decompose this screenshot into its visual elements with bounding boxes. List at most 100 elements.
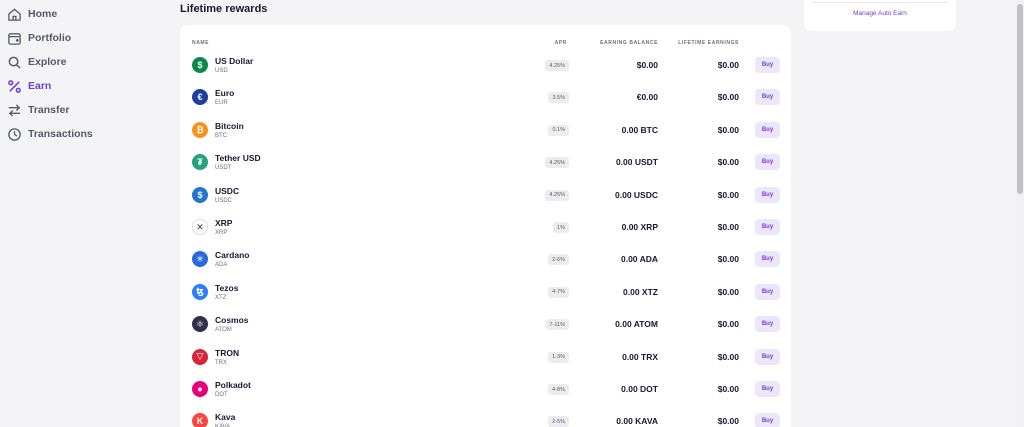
buy-button[interactable]: Buy <box>755 251 780 268</box>
apr-badge: 1% <box>553 222 569 233</box>
buy-button[interactable]: Buy <box>755 283 780 300</box>
lifetime-earnings: $0.00 <box>717 351 739 362</box>
table-row[interactable]: ● Polkadot DOT 4-8% 0.00 DOT $0.00 Buy <box>180 374 791 406</box>
apr-badge: 4.25% <box>545 60 569 71</box>
asset-symbol: ATOM <box>215 327 232 334</box>
apr-badge: 2-6% <box>548 254 569 266</box>
asset-name: Polkadot <box>215 380 251 390</box>
asset-name: US Dollar <box>215 56 254 66</box>
buy-button[interactable]: Buy <box>755 154 780 171</box>
table-row[interactable]: ✳ Cardano ADA 2-6% 0.00 ADA $0.00 Buy <box>180 244 791 276</box>
earning-balance: 0.00 TRX <box>622 351 658 362</box>
table-row[interactable]: $ US Dollar USD 4.25% $0.00 $0.00 Buy <box>180 50 791 82</box>
apr-badge: 3.5% <box>548 92 569 104</box>
tron-icon: ▽ <box>192 348 208 365</box>
asset-symbol: USDT <box>215 165 232 172</box>
nav-item-earn[interactable]: Earn <box>6 76 51 96</box>
sidebar: Home Portfolio Explore Earn Transfer Tra… <box>0 0 160 427</box>
nav-item-home[interactable]: Home <box>6 4 57 24</box>
asset-name: Euro <box>215 88 235 99</box>
manage-auto-earn-link[interactable]: Manage Auto Earn <box>804 10 956 17</box>
search-icon <box>6 54 22 70</box>
xrp-icon: ✕ <box>192 219 208 235</box>
table-row[interactable]: ₿ Bitcoin BTC 0.1% 0.00 BTC $0.00 Buy <box>180 115 791 147</box>
buy-button[interactable]: Buy <box>755 348 780 365</box>
asset-name: Bitcoin <box>215 120 244 131</box>
cardano-icon: ✳ <box>192 251 208 268</box>
nav-label: Earn <box>28 80 52 92</box>
page-title: Lifetime rewards <box>180 3 268 15</box>
asset-symbol: XTZ <box>215 294 227 301</box>
wallet-icon <box>6 30 22 46</box>
nav-item-portfolio[interactable]: Portfolio <box>6 28 71 48</box>
earning-balance: 0.00 KAVA <box>616 416 658 427</box>
lifetime-earnings: $0.00 <box>717 189 739 200</box>
apr-badge: 1-3% <box>548 351 569 363</box>
asset-symbol: USD <box>215 68 228 74</box>
column-header-earnings: LIFETIME EARNINGS <box>678 40 739 46</box>
nav-label: Explore <box>28 56 67 68</box>
tezos-icon: ꜩ <box>192 283 208 300</box>
scrollbar-thumb[interactable] <box>1017 4 1023 194</box>
table-row[interactable]: ✕ XRP XRP 1% 0.00 XRP $0.00 Buy <box>180 212 791 244</box>
polkadot-icon: ● <box>192 381 208 397</box>
asset-name: TRON <box>215 347 240 358</box>
earning-balance: 0.00 XTZ <box>623 286 658 297</box>
buy-button[interactable]: Buy <box>755 381 780 397</box>
nav-item-transactions[interactable]: Transactions <box>6 124 93 144</box>
lifetime-earnings: $0.00 <box>717 60 739 70</box>
buy-button[interactable]: Buy <box>755 316 780 333</box>
apr-badge: 2-5% <box>548 416 569 427</box>
asset-name: Cardano <box>215 250 250 261</box>
asset-symbol: ADA <box>215 262 228 269</box>
buy-button[interactable]: Buy <box>755 413 780 427</box>
earning-balance: €0.00 <box>636 92 658 103</box>
buy-button[interactable]: Buy <box>755 89 780 106</box>
kava-icon: K <box>192 413 208 427</box>
asset-symbol: EUR <box>215 100 228 107</box>
rewards-table: NAME APR EARNING BALANCE LIFETIME EARNIN… <box>180 25 791 427</box>
nav-label: Portfolio <box>28 32 72 44</box>
lifetime-earnings: $0.00 <box>717 384 739 394</box>
apr-badge: 7-11% <box>545 319 569 331</box>
lifetime-earnings: $0.00 <box>717 286 739 297</box>
asset-symbol: DOT <box>215 392 228 398</box>
asset-name: Tether USD <box>215 153 261 164</box>
lifetime-earnings: $0.00 <box>717 92 739 103</box>
table-row[interactable]: € Euro EUR 3.5% €0.00 $0.00 Buy <box>180 82 791 114</box>
buy-button[interactable]: Buy <box>755 121 780 138</box>
table-header: NAME APR EARNING BALANCE LIFETIME EARNIN… <box>180 40 791 50</box>
buy-button[interactable]: Buy <box>755 57 780 73</box>
table-row[interactable]: KKavaKAVA2-5%0.00 KAVA$0.00Buy <box>180 406 791 427</box>
cosmos-icon: ⚛ <box>192 316 208 333</box>
earning-balance: $0.00 <box>636 60 658 70</box>
table-row[interactable]: ꜩ Tezos XTZ 4-7% 0.00 XTZ $0.00 Buy <box>180 277 791 309</box>
auto-earn-card: Manage Auto Earn <box>804 0 956 31</box>
column-header-apr: APR <box>554 40 567 46</box>
table-row[interactable]: ▽ TRON TRX 1-3% 0.00 TRX $0.00 Buy <box>180 342 791 374</box>
table-row[interactable]: ₮ Tether USD USDT 4.25% 0.00 USDT $0.00 Buy <box>180 147 791 179</box>
table-row[interactable]: $ USDC USDC 4.25% 0.00 USDC $0.00 Buy <box>180 180 791 212</box>
column-header-balance: EARNING BALANCE <box>600 40 658 46</box>
tether-icon: ₮ <box>192 154 208 171</box>
asset-name: USDC <box>215 185 240 196</box>
lifetime-earnings: $0.00 <box>717 157 739 168</box>
buy-button[interactable]: Buy <box>755 219 780 235</box>
asset-symbol: USDC <box>215 197 233 204</box>
page-scrollbar[interactable] <box>1016 0 1024 427</box>
nav-item-explore[interactable]: Explore <box>6 52 67 72</box>
earning-balance: 0.00 XRP <box>621 222 658 232</box>
apr-badge: 4-7% <box>548 286 569 298</box>
nav-item-transfer[interactable]: Transfer <box>6 100 69 120</box>
bitcoin-icon: ₿ <box>192 121 208 138</box>
earning-balance: 0.00 BTC <box>621 124 658 135</box>
lifetime-earnings: $0.00 <box>717 124 739 135</box>
nav-label: Home <box>28 8 58 20</box>
asset-symbol: XRP <box>215 230 228 236</box>
transfer-arrows-icon <box>6 102 22 118</box>
percent-icon <box>6 78 22 94</box>
table-row[interactable]: ⚛ Cosmos ATOM 7-11% 0.00 ATOM $0.00 Buy <box>180 309 791 341</box>
asset-symbol: BTC <box>215 132 227 139</box>
buy-button[interactable]: Buy <box>755 186 780 203</box>
nav-label: Transfer <box>28 104 70 116</box>
